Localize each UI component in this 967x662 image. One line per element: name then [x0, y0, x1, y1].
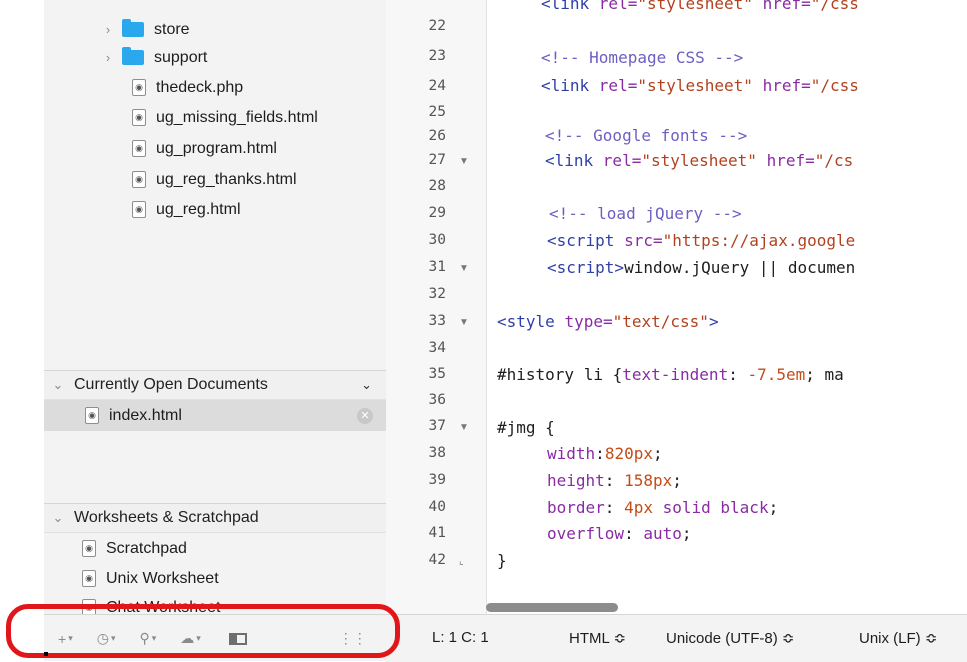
tree-item-label: ug_reg_thanks.html — [156, 170, 297, 188]
code-line: <script>window.jQuery || documen — [547, 258, 856, 277]
tree-item-label: support — [154, 48, 208, 66]
code-line: <link rel="stylesheet" href="/css — [541, 0, 859, 13]
scrollbar-thumb[interactable] — [486, 603, 618, 612]
file-row[interactable]: ◉ ug_program.html — [132, 133, 277, 164]
html-file-icon: ◉ — [132, 109, 146, 126]
section-title: Worksheets & Scratchpad — [74, 509, 259, 526]
code-line: <!-- load jQuery --> — [549, 204, 742, 223]
chevron-right-icon[interactable]: › — [102, 50, 114, 65]
window-corner — [44, 652, 48, 656]
tree-item-label: ug_reg.html — [156, 200, 241, 218]
line-number: 23 — [428, 48, 446, 64]
code-line: height: 158px; — [547, 471, 682, 490]
code-line: } — [497, 551, 507, 570]
code-line: width:820px; — [547, 444, 663, 463]
document-label: index.html — [109, 406, 182, 424]
line-number: 37 — [428, 418, 446, 434]
line-number: 34 — [428, 340, 446, 356]
fold-triangle-icon[interactable]: ▼ — [459, 422, 469, 433]
line-number: 30 — [428, 232, 446, 248]
worksheets-header[interactable]: ⌄ Worksheets & Scratchpad — [44, 503, 386, 533]
worksheet-label: Unix Worksheet — [106, 569, 219, 587]
cursor-position[interactable]: L: 1 C: 1 — [432, 629, 489, 646]
line-number: 42 — [428, 552, 446, 568]
open-document-item[interactable]: ◉ index.html ✕ — [44, 400, 386, 431]
line-number: 22 — [428, 18, 446, 34]
code-line: border: 4px solid black; — [547, 498, 779, 517]
file-row[interactable]: ◉ ug_reg.html — [132, 194, 241, 225]
line-number: 35 — [428, 366, 446, 382]
line-number-gutter: 22 23 24 25 26 27 ▼ 28 29 30 31 ▼ 32 33 … — [386, 0, 487, 614]
line-number: 32 — [428, 286, 446, 302]
code-line: #jmg { — [497, 418, 555, 437]
tree-item-label: thedeck.php — [156, 78, 244, 96]
fold-triangle-icon[interactable]: ▼ — [459, 263, 469, 274]
code-line: <!-- Google fonts --> — [545, 126, 748, 145]
language-selector[interactable]: HTML ≎ — [569, 629, 626, 647]
worksheet-label: Scratchpad — [106, 539, 187, 557]
worksheet-icon: ◉ — [82, 540, 96, 557]
line-number: 29 — [428, 205, 446, 221]
html-file-icon: ◉ — [132, 171, 146, 188]
line-number: 26 — [428, 128, 446, 144]
tree-item-label: store — [154, 20, 190, 38]
code-line: <link rel="stylesheet" href="/cs — [545, 151, 854, 170]
fold-triangle-icon[interactable]: ▼ — [459, 317, 469, 328]
code-line: <script src="https://ajax.google — [547, 231, 856, 250]
sidebar: › store › support ◉ thedeck.php ◉ ug_mis… — [44, 0, 387, 661]
status-bar: L: 1 C: 1 HTML ≎ Unicode (UTF-8) ≎ Unix … — [386, 614, 967, 662]
html-file-icon: ◉ — [85, 407, 99, 424]
section-title: Currently Open Documents — [74, 376, 268, 393]
line-number: 41 — [428, 525, 446, 541]
fold-end-icon[interactable]: ⌞ — [459, 556, 464, 567]
code-line: <link rel="stylesheet" href="/css — [541, 76, 859, 95]
line-number: 25 — [428, 104, 446, 120]
html-file-icon: ◉ — [132, 201, 146, 218]
code-line: #history li {text-indent: -7.5em; ma — [497, 365, 844, 384]
code-editor[interactable]: <link rel="stylesheet" href="/css <!-- H… — [497, 0, 967, 614]
code-line: overflow: auto; — [547, 524, 692, 543]
folder-icon — [122, 47, 144, 65]
tree-item-label: ug_program.html — [156, 139, 277, 157]
line-number: 31 — [428, 259, 446, 275]
line-number: 33 — [428, 313, 446, 329]
line-endings-selector[interactable]: Unix (LF) ≎ — [859, 629, 937, 647]
line-number: 38 — [428, 445, 446, 461]
line-number: 24 — [428, 78, 446, 94]
worksheet-item[interactable]: ◉ Unix Worksheet — [82, 563, 219, 594]
horizontal-scrollbar[interactable] — [486, 600, 967, 614]
code-line: <!-- Homepage CSS --> — [541, 48, 744, 67]
line-number: 27 — [428, 152, 446, 168]
file-row[interactable]: ◉ ug_missing_fields.html — [132, 102, 318, 133]
line-number: 36 — [428, 392, 446, 408]
html-file-icon: ◉ — [132, 79, 146, 96]
html-file-icon: ◉ — [132, 140, 146, 157]
folder-icon — [122, 19, 144, 37]
folder-row-store[interactable]: › store — [102, 14, 190, 45]
chevron-right-icon[interactable]: › — [102, 22, 114, 37]
chevron-down-icon[interactable]: ⌄ — [52, 377, 64, 393]
tree-item-label: ug_missing_fields.html — [156, 108, 318, 126]
line-number: 40 — [428, 499, 446, 515]
file-row[interactable]: ◉ thedeck.php — [132, 72, 243, 103]
code-line: <style type="text/css"> — [497, 312, 719, 331]
chevron-down-icon[interactable]: ⌄ — [52, 510, 64, 526]
fold-triangle-icon[interactable]: ▼ — [459, 156, 469, 167]
line-number: 28 — [428, 178, 446, 194]
worksheet-icon: ◉ — [82, 570, 96, 587]
encoding-selector[interactable]: Unicode (UTF-8) ≎ — [666, 629, 794, 647]
line-number: 39 — [428, 472, 446, 488]
file-row[interactable]: ◉ ug_reg_thanks.html — [132, 164, 297, 195]
chevron-down-icon[interactable]: ⌄ — [361, 377, 372, 393]
open-documents-header[interactable]: ⌄ Currently Open Documents ⌄ — [44, 370, 386, 400]
close-icon[interactable]: ✕ — [357, 407, 373, 424]
worksheet-item[interactable]: ◉ Scratchpad — [82, 533, 187, 564]
highlight-annotation — [6, 604, 400, 658]
folder-row-support[interactable]: › support — [102, 42, 207, 73]
